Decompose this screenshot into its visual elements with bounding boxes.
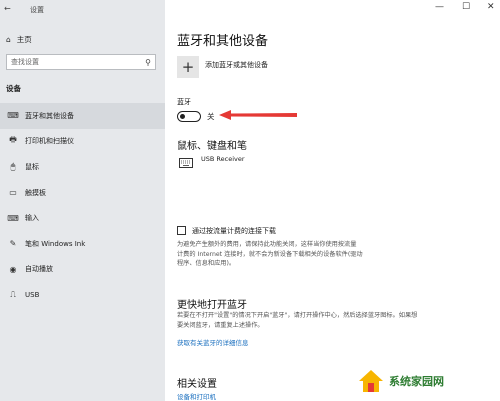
section-label: 设备 xyxy=(6,84,21,93)
watermark-text: 系统家园网 xyxy=(389,375,444,388)
home-link[interactable]: ⌂ 主页 xyxy=(6,33,32,45)
desc-line: 为避免产生额外的费用，请保持此功能关闭，这样当你使用按流量 xyxy=(177,241,357,248)
sidebar-item[interactable]: 🖱 鼠标 xyxy=(0,154,165,180)
desc-line: 若要在不打开"设置"的情况下开启"蓝牙"，请打开操作中心，然后选择蓝牙图标。如果… xyxy=(177,312,418,319)
sidebar-item[interactable]: ◉ 自动播放 xyxy=(0,257,165,283)
back-arrow-icon[interactable]: ← xyxy=(4,4,11,13)
search-placeholder: 查找设置 xyxy=(11,58,39,66)
sidebar-item-label: 笔和 Windows Ink xyxy=(25,239,86,248)
sidebar-item[interactable]: ⌨ 蓝牙和其他设备 xyxy=(0,103,165,129)
sidebar-item[interactable]: ✎ 笔和 Windows Ink xyxy=(0,231,165,257)
device-name[interactable]: USB Receiver xyxy=(201,155,245,163)
sidebar-item-label: 鼠标 xyxy=(25,162,39,171)
devices-icon: ⌨ xyxy=(7,111,19,121)
sidebar-item-label: 打印机和扫描仪 xyxy=(25,137,74,146)
search-icon[interactable]: ⚲ xyxy=(145,58,151,67)
desc-line: 要关闭蓝牙，请重复上述操作。 xyxy=(177,321,264,329)
keyboard-icon: ⌨ xyxy=(7,213,19,223)
sidebar-item-label: USB xyxy=(25,290,40,299)
mouse-section-title: 鼠标、键盘和笔 xyxy=(177,141,247,152)
devices-printers-link[interactable]: 设备和打印机 xyxy=(177,391,216,401)
usb-icon: ⎍ xyxy=(10,289,16,299)
sidebar-item-label: 蓝牙和其他设备 xyxy=(25,111,74,120)
bluetooth-state: 关 xyxy=(207,112,215,121)
related-settings-title: 相关设置 xyxy=(177,379,217,390)
sidebar-item[interactable]: ▭ 触摸板 xyxy=(0,180,165,206)
bluetooth-label: 蓝牙 xyxy=(177,98,191,106)
home-icon: ⌂ xyxy=(6,34,11,44)
pen-icon: ✎ xyxy=(9,239,17,249)
main-panel: — ☐ ✕ 蓝牙和其他设备 + 添加蓝牙或其他设备 蓝牙 关 鼠标、键盘和笔 U… xyxy=(165,0,500,401)
annotation-arrow-icon xyxy=(219,110,297,120)
plus-icon: + xyxy=(181,58,195,76)
metered-label[interactable]: 通过按流量计费的连接下载 xyxy=(192,226,276,236)
maximize-button[interactable]: ☐ xyxy=(462,2,470,12)
keyboard-icon xyxy=(179,158,193,168)
watermark: 系统家园网 xyxy=(357,364,497,398)
metered-description: 为避免产生额外的费用，请保持此功能关闭，这样当你使用按流量 计费的 Intern… xyxy=(177,240,422,269)
sidebar-item[interactable]: ⎍ USB xyxy=(0,282,165,308)
sidebar-item-label: 自动播放 xyxy=(25,265,53,274)
desc-line: 程序、信息和应用)。 xyxy=(177,260,236,268)
autoplay-icon: ◉ xyxy=(9,264,17,274)
minimize-button[interactable]: — xyxy=(435,2,444,12)
add-device-button[interactable]: + xyxy=(177,56,199,78)
sidebar-item-label: 输入 xyxy=(25,214,39,223)
sidebar-item[interactable]: 🖶 打印机和扫描仪 xyxy=(0,129,165,155)
sidebar-item-label: 触摸板 xyxy=(25,188,46,197)
desc-line: 计费的 Internet 连接时，就不会为新设备下载相关的设备软件(驱动 xyxy=(177,250,363,258)
sidebar: ← 设置 ⌂ 主页 查找设置 ⚲ 设备 ⌨ 蓝牙和其他设备 🖶 打印机和扫描仪 🖱 鼠标 ▭… xyxy=(0,0,165,401)
printer-icon: 🖶 xyxy=(9,135,17,145)
toggle-knob xyxy=(180,113,185,119)
touchpad-icon: ▭ xyxy=(9,188,17,198)
home-label: 主页 xyxy=(16,34,32,44)
sidebar-nav: ⌨ 蓝牙和其他设备 🖶 打印机和扫描仪 🖱 鼠标 ▭ 触摸板 ⌨ 输入 ✎ 笔和 Windows In… xyxy=(0,103,165,308)
search-input[interactable]: 查找设置 ⚲ xyxy=(6,54,156,70)
metered-checkbox[interactable] xyxy=(177,226,186,235)
faster-description: 若要在不打开"设置"的情况下开启"蓝牙"，请打开操作中心，然后选择蓝牙图标。如果… xyxy=(177,311,497,330)
bluetooth-info-link[interactable]: 获取有关蓝牙的详细信息 xyxy=(177,337,249,347)
mouse-icon: 🖱 xyxy=(10,161,16,171)
bluetooth-toggle[interactable] xyxy=(177,111,201,122)
window-title: 设置 xyxy=(30,6,44,14)
page-title: 蓝牙和其他设备 xyxy=(177,34,269,49)
sidebar-item[interactable]: ⌨ 输入 xyxy=(0,205,165,231)
add-device-label[interactable]: 添加蓝牙或其他设备 xyxy=(205,60,268,70)
faster-bluetooth-title: 更快地打开蓝牙 xyxy=(177,300,247,311)
house-logo-icon xyxy=(359,370,383,392)
close-button[interactable]: ✕ xyxy=(487,2,495,12)
